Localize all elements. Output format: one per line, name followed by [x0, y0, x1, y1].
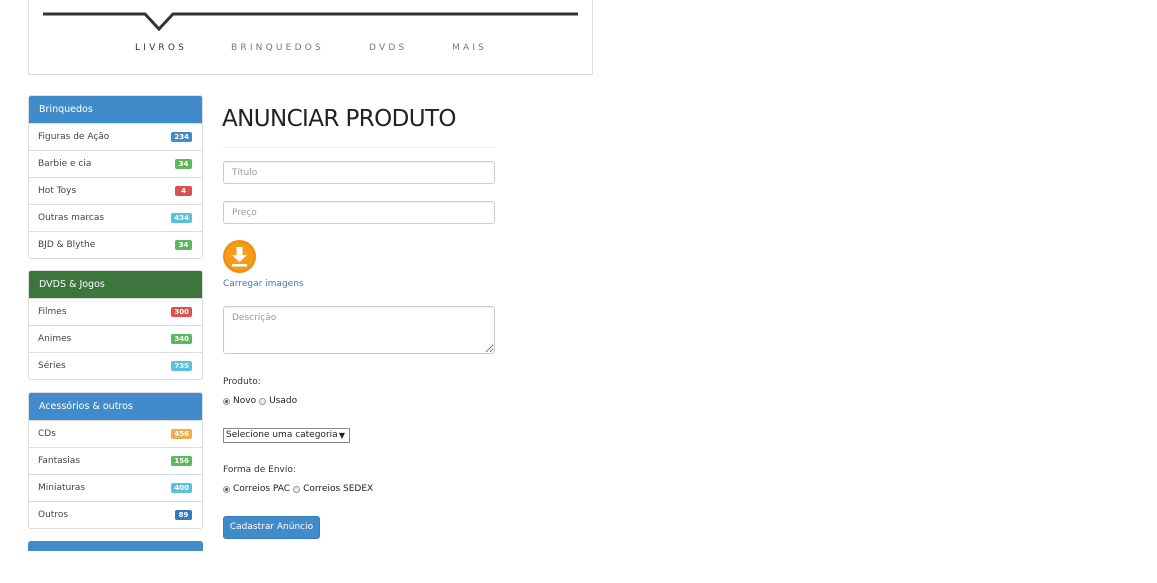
- panel-dvds-jogos: DVDS & Jogos Filmes 300 Animes 340 Série…: [28, 270, 203, 380]
- categoria-select[interactable]: Selecione uma categoria ▼: [223, 428, 350, 443]
- panel-next-heading: [28, 541, 203, 551]
- list-item[interactable]: Hot Toys 4: [29, 177, 202, 204]
- list-item[interactable]: Figuras de Ação 234: [29, 123, 202, 150]
- list-item-label: CDs: [38, 429, 56, 439]
- list-item[interactable]: Filmes 300: [29, 298, 202, 325]
- descricao-textarea[interactable]: [223, 306, 495, 354]
- count-badge: 456: [171, 429, 192, 439]
- list-item-label: Séries: [38, 361, 66, 371]
- panel-brinquedos: Brinquedos Figuras de Ação 234 Barbie e …: [28, 95, 203, 259]
- list-item-label: Outros: [38, 510, 69, 520]
- radio-correios-pac-label[interactable]: Correios PAC: [233, 484, 290, 494]
- radio-usado[interactable]: [259, 397, 267, 405]
- radio-correios-sedex[interactable]: [293, 485, 301, 493]
- panel-heading: DVDS & Jogos: [29, 271, 202, 298]
- list-item-label: Miniaturas: [38, 483, 86, 493]
- list-item-label: Animes: [38, 334, 72, 344]
- nav-item-livros[interactable]: LIVROS: [135, 43, 187, 53]
- count-badge: 89: [175, 510, 192, 520]
- radio-correios-pac[interactable]: [223, 485, 230, 493]
- list-item-label: BJD & Blythe: [38, 240, 96, 250]
- list-item[interactable]: Animes 340: [29, 325, 202, 352]
- list-item[interactable]: Miniaturas 400: [29, 474, 202, 501]
- count-badge: 400: [171, 483, 192, 493]
- produto-label: Produto:: [223, 377, 261, 387]
- list-item[interactable]: Barbie e cia 34: [29, 150, 202, 177]
- download-icon[interactable]: [223, 240, 256, 273]
- title-divider: [222, 147, 495, 148]
- main-nav: LIVROS BRINQUEDOS DVDS MAIS: [29, 43, 592, 57]
- list-item[interactable]: Outras marcas 434: [29, 204, 202, 231]
- list-item-label: Figuras de Ação: [38, 132, 110, 142]
- count-badge: 340: [171, 334, 192, 344]
- list-item[interactable]: BJD & Blythe 34: [29, 231, 202, 258]
- count-badge: 300: [171, 307, 192, 317]
- top-nav-box: LIVROS BRINQUEDOS DVDS MAIS: [28, 0, 593, 75]
- panel-acessorios: Acessórios & outros CDs 456 Fantasias 15…: [28, 392, 203, 529]
- categoria-select-value: Selecione uma categoria: [226, 430, 338, 440]
- submit-button[interactable]: Cadastrar Anúncio: [223, 516, 320, 539]
- radio-correios-sedex-label[interactable]: Correios SEDEX: [303, 484, 373, 494]
- list-item-label: Barbie e cia: [38, 159, 92, 169]
- envio-radio-group: Correios PAC Correios SEDEX: [223, 484, 376, 494]
- nav-item-mais[interactable]: MAIS: [452, 43, 487, 53]
- nav-item-brinquedos[interactable]: BRINQUEDOS: [231, 43, 324, 53]
- count-badge: 34: [175, 240, 192, 250]
- count-badge: 156: [171, 456, 192, 466]
- count-badge: 34: [175, 159, 192, 169]
- list-item-label: Fantasias: [38, 456, 81, 466]
- panel-heading: Brinquedos: [29, 96, 202, 123]
- list-item-label: Filmes: [38, 307, 67, 317]
- panel-heading: Acessórios & outros: [29, 393, 202, 420]
- list-item[interactable]: CDs 456: [29, 420, 202, 447]
- list-item[interactable]: Séries 735: [29, 352, 202, 379]
- list-item[interactable]: Outros 89: [29, 501, 202, 528]
- count-badge: 735: [171, 361, 192, 371]
- radio-novo-label[interactable]: Novo: [233, 396, 256, 406]
- produto-radio-group: Novo Usado: [223, 396, 300, 406]
- count-badge: 434: [171, 213, 192, 223]
- nav-item-dvds[interactable]: DVDS: [369, 43, 407, 53]
- upload-images-link[interactable]: Carregar imagens: [223, 279, 304, 289]
- radio-novo[interactable]: [223, 397, 230, 405]
- count-badge: 4: [175, 186, 192, 196]
- list-item-label: Outras marcas: [38, 213, 105, 223]
- preco-input[interactable]: [223, 201, 495, 224]
- list-item[interactable]: Fantasias 156: [29, 447, 202, 474]
- titulo-input[interactable]: [223, 161, 495, 184]
- radio-usado-label[interactable]: Usado: [269, 396, 297, 406]
- page-title: ANUNCIAR PRODUTO: [222, 106, 457, 132]
- count-badge: 234: [171, 132, 192, 142]
- envio-label: Forma de Envio:: [223, 465, 296, 475]
- nav-indicator-line: [43, 12, 578, 32]
- chevron-down-icon: ▼: [338, 431, 345, 440]
- list-item-label: Hot Toys: [38, 186, 77, 196]
